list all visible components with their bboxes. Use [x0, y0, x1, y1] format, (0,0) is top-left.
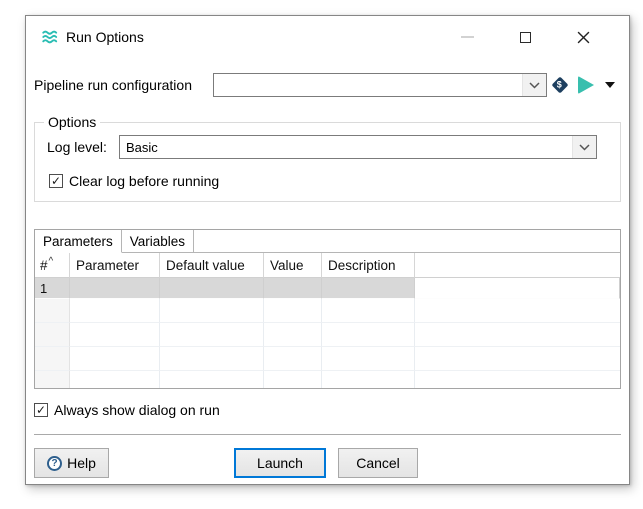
help-button-label: Help	[67, 455, 96, 471]
maximize-button[interactable]	[515, 27, 535, 47]
table-row-selected[interactable]: 1	[35, 278, 620, 299]
row-filler	[415, 299, 620, 323]
value-cell[interactable]	[264, 323, 322, 347]
pipeline-config-dropdown-button[interactable]	[522, 74, 546, 96]
launch-button-label: Launch	[257, 455, 303, 471]
window-controls	[419, 27, 629, 47]
tab-parameters[interactable]: Parameters	[35, 230, 122, 253]
row-number-cell[interactable]: 1	[35, 278, 70, 299]
row-filler	[415, 371, 620, 389]
description-cell[interactable]	[322, 278, 415, 299]
parameter-cell[interactable]	[70, 278, 160, 299]
clear-log-row: ✓ Clear log before running	[49, 173, 620, 189]
value-cell[interactable]	[264, 347, 322, 371]
cancel-button-label: Cancel	[356, 455, 400, 471]
row-filler	[415, 347, 620, 371]
run-options-dialog: Run Options Pipeline run configuration	[25, 15, 630, 485]
default-value-cell[interactable]	[160, 278, 264, 299]
dropdown-caret-icon[interactable]	[605, 82, 615, 88]
column-header-parameter[interactable]: Parameter	[70, 253, 160, 278]
row-filler	[415, 323, 620, 347]
log-level-row: Log level: Basic	[47, 135, 608, 159]
close-icon	[577, 31, 590, 44]
button-bar-separator	[34, 434, 621, 435]
log-level-label: Log level:	[47, 139, 119, 155]
clear-log-label: Clear log before running	[69, 173, 219, 189]
description-cell[interactable]	[322, 347, 415, 371]
pipeline-config-label: Pipeline run configuration	[34, 77, 213, 93]
row-number-cell[interactable]	[35, 323, 70, 347]
clear-log-checkbox[interactable]: ✓	[49, 174, 63, 188]
minimize-button[interactable]	[457, 27, 477, 47]
column-header-default-value[interactable]: Default value	[160, 253, 264, 278]
row-filler	[415, 278, 620, 299]
dialog-title: Run Options	[66, 29, 144, 45]
button-bar: ? Help Launch Cancel	[26, 448, 629, 478]
tabstrip: Parameters Variables	[35, 230, 620, 253]
sort-indicator-icon[interactable]: ^	[49, 256, 54, 267]
log-level-value[interactable]: Basic	[120, 136, 572, 158]
always-show-row: ✓ Always show dialog on run	[34, 402, 629, 418]
pipeline-config-row: Pipeline run configuration $	[34, 73, 621, 97]
minimize-icon	[461, 36, 474, 38]
row-number-cell[interactable]	[35, 347, 70, 371]
value-cell[interactable]	[264, 299, 322, 323]
default-value-cell[interactable]	[160, 323, 264, 347]
pipeline-config-combo[interactable]	[213, 73, 547, 97]
tab-variables[interactable]: Variables	[122, 230, 194, 253]
default-value-cell[interactable]	[160, 299, 264, 323]
column-header-value[interactable]: Value	[264, 253, 322, 278]
variable-glyph: $	[557, 80, 562, 89]
table-row-empty[interactable]	[35, 299, 620, 323]
parameter-cell[interactable]	[70, 347, 160, 371]
parameter-cell[interactable]	[70, 323, 160, 347]
description-cell[interactable]	[322, 299, 415, 323]
screen: Run Options Pipeline run configuration	[0, 0, 643, 509]
log-level-dropdown-button[interactable]	[572, 136, 596, 158]
description-cell[interactable]	[322, 323, 415, 347]
variable-icon[interactable]: $	[552, 77, 569, 94]
parameters-tabfolder: Parameters Variables #^ Parameter Defaul…	[34, 229, 621, 389]
table-row-empty[interactable]	[35, 347, 620, 371]
chevron-down-icon	[579, 144, 590, 151]
column-header-num-label: #	[40, 258, 48, 273]
log-level-combo[interactable]: Basic	[119, 135, 597, 159]
default-value-cell[interactable]	[160, 347, 264, 371]
parameter-cell[interactable]	[70, 299, 160, 323]
value-cell[interactable]	[264, 278, 322, 299]
default-value-cell[interactable]	[160, 371, 264, 389]
column-header-description[interactable]: Description	[322, 253, 415, 278]
column-header-num[interactable]: #^	[35, 253, 70, 278]
launch-button[interactable]: Launch	[234, 448, 326, 478]
hop-waves-icon	[41, 28, 59, 46]
maximize-icon	[520, 32, 531, 43]
help-icon: ?	[47, 456, 62, 471]
row-number-cell[interactable]	[35, 299, 70, 323]
table-row-empty[interactable]	[35, 371, 620, 389]
row-number-cell[interactable]	[35, 371, 70, 389]
pipeline-config-value[interactable]	[214, 74, 522, 96]
options-group-legend: Options	[44, 114, 100, 130]
tabstrip-filler	[194, 230, 620, 253]
run-configuration-icon[interactable]	[578, 76, 594, 94]
always-show-checkbox[interactable]: ✓	[34, 403, 48, 417]
chevron-down-icon	[529, 82, 540, 89]
table-row-empty[interactable]	[35, 323, 620, 347]
config-actions: $	[552, 76, 615, 94]
parameter-cell[interactable]	[70, 371, 160, 389]
description-cell[interactable]	[322, 371, 415, 389]
always-show-label: Always show dialog on run	[54, 402, 220, 418]
table-header: #^ Parameter Default value Value Descrip…	[35, 253, 620, 278]
help-button[interactable]: ? Help	[34, 448, 109, 478]
titlebar: Run Options	[26, 16, 629, 58]
close-button[interactable]	[573, 27, 593, 47]
column-header-filler	[415, 253, 620, 278]
value-cell[interactable]	[264, 371, 322, 389]
options-group: Options Log level: Basic ✓ Clear log bef…	[34, 122, 621, 202]
cancel-button[interactable]: Cancel	[338, 448, 418, 478]
